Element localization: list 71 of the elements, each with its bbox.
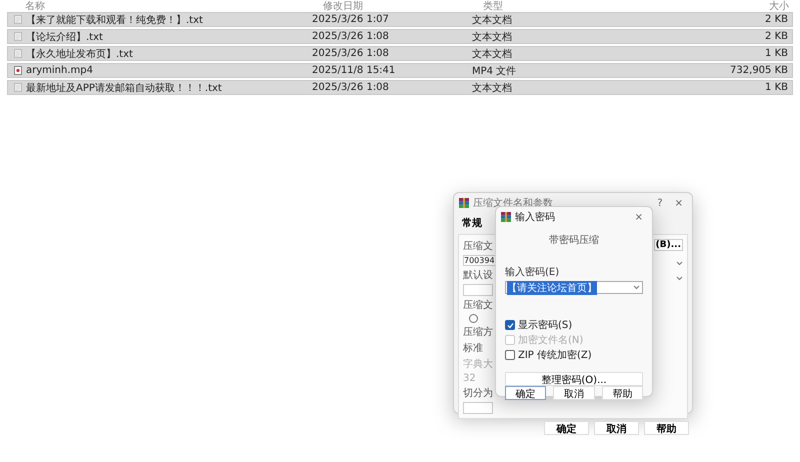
disabled-label: 32 [463,373,477,384]
file-type: 文本文档 [472,14,513,26]
chevron-icon [676,261,683,266]
column-header[interactable]: 名称 [7,0,323,12]
modified-date: 2025/11/8 15:41 [312,65,396,76]
dialog-button[interactable]: 确定 [505,386,546,400]
modified-date: 2025/3/26 1:08 [312,31,390,42]
document-icon [14,83,22,92]
password-field[interactable]: 【请关注论坛首页】 [505,281,643,294]
option-label: 压缩文 [463,240,494,253]
file-size: 2 KB [764,31,789,42]
file-row[interactable]: 【论坛介绍】.txt 2025/3/26 1:08 文本文档 2 KB [7,29,793,44]
file-row[interactable]: aryminh.mp4 2025/11/8 15:41 MP4 文件 732,905 KB [7,63,793,78]
checkbox-label: 加密文件名(N) [518,334,584,347]
input-field[interactable] [463,402,493,414]
file-size: 732,905 KB [729,65,789,76]
method-value: 标准 [463,342,484,355]
radio-button[interactable] [469,314,478,323]
checkbox-label: ZIP 传统加密(Z) [518,348,592,362]
modified-date: 2025/3/26 1:08 [312,82,390,93]
checkbox[interactable] [505,350,515,360]
file-row[interactable]: 【永久地址发布页】.txt 2025/3/26 1:08 文本文档 1 KB [7,46,793,61]
document-icon [14,15,22,24]
option-label: 切分为 [463,386,494,400]
file-name: 【来了就能下载和观看！纯免费！】.txt [26,14,203,26]
dialog-heading: 带密码压缩 [549,234,599,247]
help-button[interactable]: ? [653,198,667,208]
file-name: 【永久地址发布页】.txt [26,48,133,60]
column-header[interactable]: 类型 [483,0,679,12]
modified-date: 2025/3/26 1:08 [312,48,390,59]
modified-date: 2025/3/26 1:07 [312,14,390,25]
archive-app-icon [459,198,469,208]
dialog-title: 输入密码 [515,210,556,224]
option-label: 默认设 [463,269,494,282]
chevron-icon [633,285,640,290]
file-type: 文本文档 [472,30,513,44]
organize-passwords-button[interactable]: 整理密码(O)... [505,372,643,386]
chevron-icon [676,276,683,281]
file-row[interactable]: 最新地址及APP请发邮箱自动获取！！！.txt 2025/3/26 1:08 文本文档 1 KB [7,80,793,95]
file-size: 2 KB [764,14,789,25]
option-label: 压缩文 [463,298,494,312]
file-size: 1 KB [764,82,789,93]
field-label: 输入密码(E) [505,266,560,279]
archive-app-icon [501,212,511,222]
dialog-button[interactable]: 取消 [594,421,639,435]
file-row[interactable]: 【来了就能下载和观看！纯免费！】.txt 2025/3/26 1:07 文本文档 2 KB [7,12,793,27]
disabled-label: 字典大 [463,358,494,371]
dialog-button[interactable]: 帮助 [644,421,689,435]
file-name: 最新地址及APP请发邮箱自动获取！！！.txt [26,82,222,94]
file-type: 文本文档 [472,82,513,94]
archive-name-field[interactable]: 700394 [463,255,496,266]
close-button[interactable]: × [630,212,647,222]
document-icon [14,49,22,58]
file-type: MP4 文件 [472,64,518,78]
column-header[interactable]: 大小 [679,0,793,12]
dialog-button[interactable]: 确定 [544,421,589,435]
input-field[interactable] [463,284,493,296]
checkbox-label: 显示密码(S) [518,318,572,332]
dialog-button[interactable]: 取消 [553,386,595,400]
file-size: 1 KB [764,48,789,59]
column-header[interactable]: 修改日期 [323,0,483,12]
checkbox[interactable] [505,320,515,330]
close-button[interactable]: × [670,198,687,208]
document-icon [14,32,22,41]
file-name: aryminh.mp4 [26,65,93,76]
browse-button[interactable]: (B)... [654,239,683,251]
file-type: 文本文档 [472,48,513,60]
dialog-button[interactable]: 帮助 [602,386,643,400]
option-label: 压缩方 [463,326,494,339]
video-file-icon [14,66,22,75]
file-name: 【论坛介绍】.txt [26,30,103,44]
